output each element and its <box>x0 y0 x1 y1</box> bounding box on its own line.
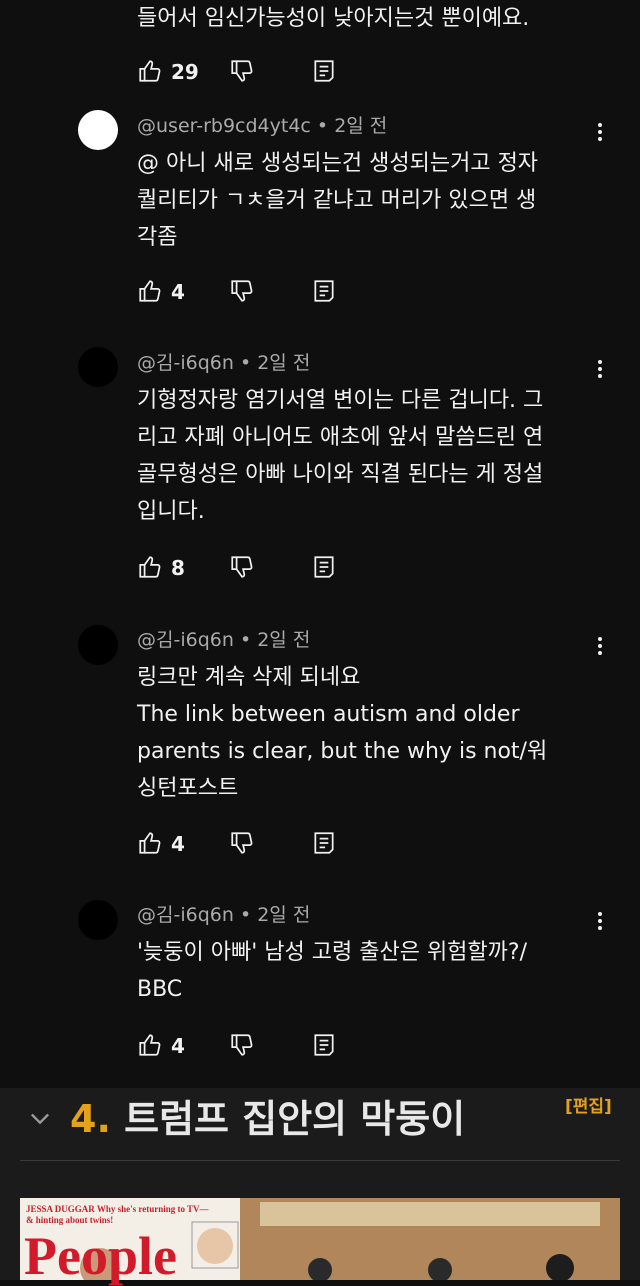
dislike-icon[interactable] <box>229 1032 257 1060</box>
comment-actions: 4 <box>137 278 357 308</box>
like-icon[interactable] <box>137 554 165 582</box>
edit-link[interactable]: [편집] <box>565 1092 612 1117</box>
comment-time: 2일 전 <box>257 904 311 926</box>
section-title: 트럼프 집안의 막둥이 <box>124 1097 466 1141</box>
reply-icon[interactable] <box>311 58 339 86</box>
divider <box>20 1160 620 1161</box>
dislike-icon[interactable] <box>229 830 257 858</box>
like-icon[interactable] <box>137 278 165 306</box>
more-icon[interactable] <box>590 120 610 146</box>
comment-text: @ 아니 새로 생성되는건 생성되는거고 정자 퀄리티가 ㄱㅊ을거 같냐고 머리… <box>137 151 539 250</box>
comment-text: 링크만 계속 삭제 되네요 The link between autism an… <box>137 665 548 801</box>
like-count: 29 <box>171 60 199 84</box>
comment-meta: @김-i6q6n • 2일 전 <box>137 629 311 651</box>
comment-actions: 29 <box>137 58 357 88</box>
comment-meta: @user-rb9cd4yt4c • 2일 전 <box>137 115 388 137</box>
section-number: 4. <box>70 1097 111 1141</box>
chevron-down-icon[interactable] <box>26 1104 54 1132</box>
comment-meta: @김-i6q6n • 2일 전 <box>137 904 311 926</box>
like-icon[interactable] <box>137 1032 165 1060</box>
dislike-icon[interactable] <box>229 58 257 86</box>
like-icon[interactable] <box>137 830 165 858</box>
cover-headline: JESSA DUGGAR Why she's returning to TV— <box>26 1204 209 1214</box>
comment-time: 2일 전 <box>257 629 311 651</box>
reply-icon[interactable] <box>311 830 339 858</box>
reply-icon[interactable] <box>311 278 339 306</box>
more-icon[interactable] <box>590 634 610 660</box>
comment-actions: 8 <box>137 554 357 584</box>
comment-time: 2일 전 <box>257 352 311 374</box>
more-icon[interactable] <box>590 909 610 935</box>
comment-time: 2일 전 <box>334 115 388 137</box>
cover-logo: People <box>24 1226 177 1286</box>
comment-actions: 4 <box>137 1032 357 1062</box>
comment-text: '늦둥이 아빠' 남성 고령 출산은 위험할까?/ BBC <box>137 940 527 1002</box>
comment-author[interactable]: @김-i6q6n <box>137 904 234 926</box>
like-count: 4 <box>171 280 185 304</box>
article-image: JESSA DUGGAR Why she's returning to TV— … <box>20 1198 620 1286</box>
comment-author[interactable]: @user-rb9cd4yt4c <box>137 115 311 137</box>
avatar[interactable] <box>78 625 118 665</box>
dislike-icon[interactable] <box>229 554 257 582</box>
like-count: 8 <box>171 556 185 580</box>
like-count: 4 <box>171 1034 185 1058</box>
comment-text: 들어서 임신가능성이 낮아지는것 뿐이예요. <box>137 6 530 31</box>
cover-subline: & hinting about twins! <box>26 1215 114 1225</box>
like-icon[interactable] <box>137 58 165 86</box>
comment-author[interactable]: @김-i6q6n <box>137 352 234 374</box>
section-heading: 4. 트럼프 집안의 막둥이 <box>70 1092 465 1146</box>
comment-meta: @김-i6q6n • 2일 전 <box>137 352 311 374</box>
more-icon[interactable] <box>590 357 610 383</box>
avatar[interactable] <box>78 900 118 940</box>
reply-icon[interactable] <box>311 1032 339 1060</box>
comment-author[interactable]: @김-i6q6n <box>137 629 234 651</box>
comment-text: 기형정자랑 염기서열 변이는 다른 겁니다. 그 리고 자폐 아니어도 애초에 … <box>137 388 544 524</box>
avatar[interactable] <box>78 110 118 150</box>
dislike-icon[interactable] <box>229 278 257 306</box>
reply-icon[interactable] <box>311 554 339 582</box>
like-count: 4 <box>171 832 185 856</box>
comment-actions: 4 <box>137 830 357 860</box>
avatar[interactable] <box>78 347 118 387</box>
